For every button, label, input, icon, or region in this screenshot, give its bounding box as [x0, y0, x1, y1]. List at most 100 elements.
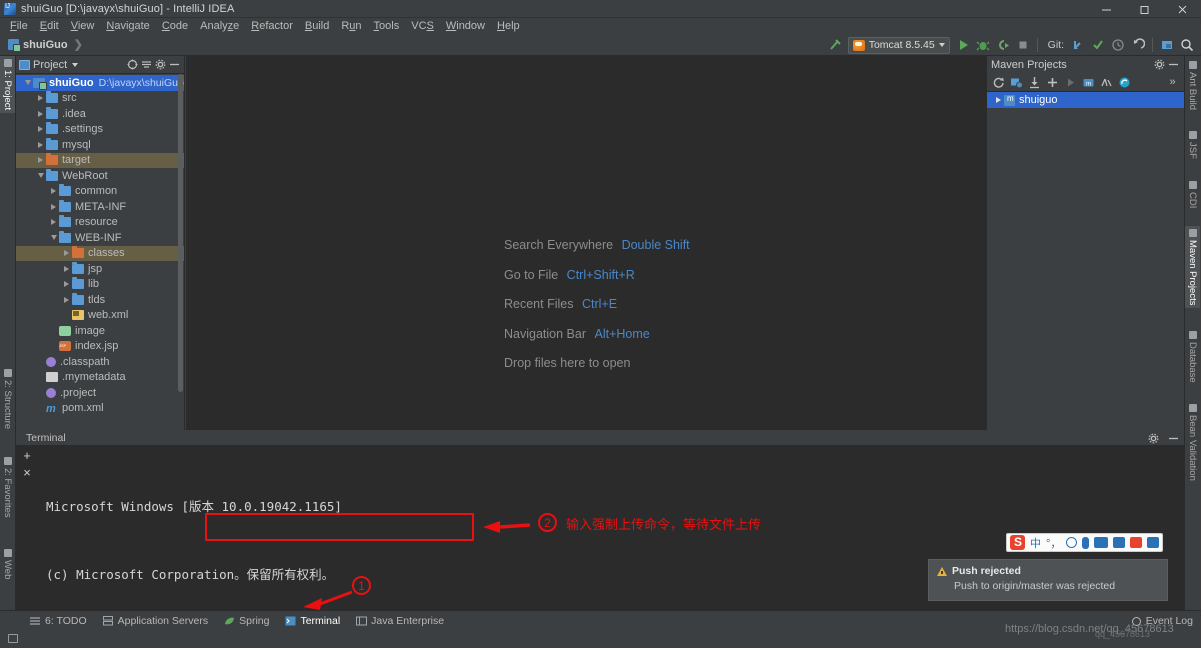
- maven-toolbar-overflow[interactable]: »: [1165, 75, 1180, 90]
- gear-icon[interactable]: [1146, 431, 1160, 445]
- project-tree-row[interactable]: .project: [16, 385, 184, 401]
- sidebar-tab-structure[interactable]: 2: Structure: [0, 366, 15, 432]
- chevron-down-icon[interactable]: [72, 62, 79, 67]
- add-maven-project-icon[interactable]: [1045, 75, 1060, 90]
- expand-arrow-icon[interactable]: [35, 141, 46, 148]
- expand-arrow-icon[interactable]: [61, 281, 72, 288]
- hide-panel-icon[interactable]: [1166, 58, 1180, 72]
- gear-icon[interactable]: [1152, 58, 1166, 72]
- project-tree-row[interactable]: web.xml: [16, 308, 184, 324]
- status-tab-terminal[interactable]: Terminal: [277, 613, 348, 629]
- run-configuration-selector[interactable]: Tomcat 8.5.45: [847, 36, 950, 54]
- project-tree-row[interactable]: m pom.xml: [16, 401, 184, 417]
- toggle-offline-mode-icon[interactable]: [1117, 75, 1132, 90]
- sidebar-tab-database[interactable]: Database: [1185, 328, 1200, 386]
- project-tree-row[interactable]: image: [16, 323, 184, 339]
- menu-build[interactable]: Build: [299, 18, 335, 34]
- reimport-icon[interactable]: [991, 75, 1006, 90]
- menu-help[interactable]: Help: [491, 18, 526, 34]
- git-revert-icon[interactable]: [1128, 35, 1148, 55]
- menu-refactor[interactable]: Refactor: [245, 18, 299, 34]
- git-commit-icon[interactable]: [1088, 35, 1108, 55]
- sogou-ime-toolbar[interactable]: 中 °，: [1006, 533, 1164, 552]
- project-tree-row[interactable]: target: [16, 152, 184, 168]
- sidebar-tab-web[interactable]: Web: [0, 546, 15, 582]
- status-tab-spring[interactable]: Spring: [216, 613, 277, 629]
- hide-panel-icon[interactable]: [1166, 431, 1180, 445]
- menu-file[interactable]: File: [4, 18, 34, 34]
- project-tree-row[interactable]: shuiGuo D:\javayx\shuiGuo: [16, 75, 184, 91]
- menu-analyze[interactable]: Analyze: [194, 18, 245, 34]
- search-icon[interactable]: [1177, 35, 1197, 55]
- status-tab-java-enterprise[interactable]: Java Enterprise: [348, 613, 452, 629]
- emoji-icon[interactable]: [1066, 537, 1078, 548]
- collapse-arrow-icon[interactable]: [48, 235, 59, 241]
- keyboard-icon[interactable]: [1094, 537, 1109, 548]
- sogou-logo-icon[interactable]: [1010, 535, 1025, 550]
- microphone-icon[interactable]: [1082, 536, 1090, 549]
- collapse-all-icon[interactable]: [139, 58, 153, 72]
- notification-balloon[interactable]: Push rejected Push to origin/master was …: [928, 559, 1168, 601]
- sidebar-tab-bean-validation[interactable]: Bean Validation: [1185, 401, 1200, 484]
- expand-arrow-icon[interactable]: [48, 219, 59, 226]
- hide-tool-windows-icon[interactable]: [8, 634, 18, 643]
- sidebar-tab-ant-build[interactable]: Ant Build: [1185, 58, 1200, 113]
- project-tree-row[interactable]: .settings: [16, 122, 184, 138]
- ime-mode-chinese[interactable]: 中: [1030, 535, 1041, 551]
- download-sources-icon[interactable]: [1027, 75, 1042, 90]
- build-hammer-icon[interactable]: [825, 35, 845, 55]
- sidebar-tab-project[interactable]: 1: Project: [0, 56, 15, 114]
- expand-arrow-icon[interactable]: [35, 126, 46, 133]
- toolbox-icon[interactable]: [1113, 537, 1126, 548]
- expand-arrow-icon[interactable]: [48, 188, 59, 195]
- project-tree-row[interactable]: jsp: [16, 261, 184, 277]
- ime-punctuation-toggle[interactable]: °，: [1046, 535, 1061, 551]
- menu-vcs[interactable]: VCS: [405, 18, 440, 34]
- execute-maven-goal-icon[interactable]: m: [1081, 75, 1096, 90]
- sidebar-tab-favorites[interactable]: 2: Favorites: [0, 454, 15, 521]
- project-tree-row[interactable]: .mymetadata: [16, 370, 184, 386]
- sidebar-tab-jsf[interactable]: JSF: [1185, 128, 1200, 162]
- expand-arrow-icon[interactable]: [61, 250, 72, 257]
- collapse-arrow-icon[interactable]: [35, 173, 46, 179]
- project-tree-scrollbar[interactable]: [178, 74, 183, 392]
- menu-navigate[interactable]: Navigate: [100, 18, 155, 34]
- maven-project-row[interactable]: shuiguo: [987, 92, 1184, 108]
- project-tree-row[interactable]: WEB-INF: [16, 230, 184, 246]
- project-tree-row[interactable]: META-INF: [16, 199, 184, 215]
- collapse-arrow-icon[interactable]: [22, 80, 33, 86]
- new-session-button[interactable]: +: [23, 449, 31, 462]
- close-button[interactable]: [1163, 0, 1201, 18]
- run-button[interactable]: [953, 35, 973, 55]
- sidebar-tab-maven-projects[interactable]: Maven Projects: [1185, 226, 1200, 309]
- project-tree-row[interactable]: WebRoot: [16, 168, 184, 184]
- toggle-skip-tests-icon[interactable]: [1099, 75, 1114, 90]
- stop-button[interactable]: [1013, 35, 1033, 55]
- expand-arrow-icon[interactable]: [61, 265, 72, 272]
- menu-tools[interactable]: Tools: [368, 18, 406, 34]
- expand-arrow-icon[interactable]: [61, 296, 72, 303]
- expand-arrow-icon[interactable]: [35, 157, 46, 164]
- project-tree-row[interactable]: resource: [16, 215, 184, 231]
- sidebar-tab-cdi[interactable]: CDI: [1185, 178, 1200, 211]
- close-session-button[interactable]: ×: [23, 466, 31, 479]
- locate-icon[interactable]: [125, 58, 139, 72]
- project-tree-row[interactable]: .classpath: [16, 354, 184, 370]
- project-tree-row[interactable]: common: [16, 184, 184, 200]
- menu-run[interactable]: Run: [335, 18, 367, 34]
- project-tree-row[interactable]: classes: [16, 245, 184, 261]
- minimize-button[interactable]: [1087, 0, 1125, 18]
- breadcrumb[interactable]: shuiGuo ❯: [8, 38, 83, 52]
- git-history-icon[interactable]: [1108, 35, 1128, 55]
- status-tab-application-servers[interactable]: Application Servers: [95, 613, 216, 629]
- skin-icon[interactable]: [1130, 537, 1143, 548]
- status-tab-todo[interactable]: 6: TODO: [22, 613, 95, 629]
- project-tree-row[interactable]: index.jsp: [16, 339, 184, 355]
- git-update-icon[interactable]: [1068, 35, 1088, 55]
- hide-panel-icon[interactable]: [167, 58, 181, 72]
- project-tree[interactable]: shuiGuo D:\javayx\shuiGuo src .idea .setting…: [16, 74, 184, 430]
- project-tree-row[interactable]: src: [16, 91, 184, 107]
- menu-grid-icon[interactable]: [1147, 537, 1160, 548]
- menu-code[interactable]: Code: [156, 18, 194, 34]
- generate-sources-icon[interactable]: [1009, 75, 1024, 90]
